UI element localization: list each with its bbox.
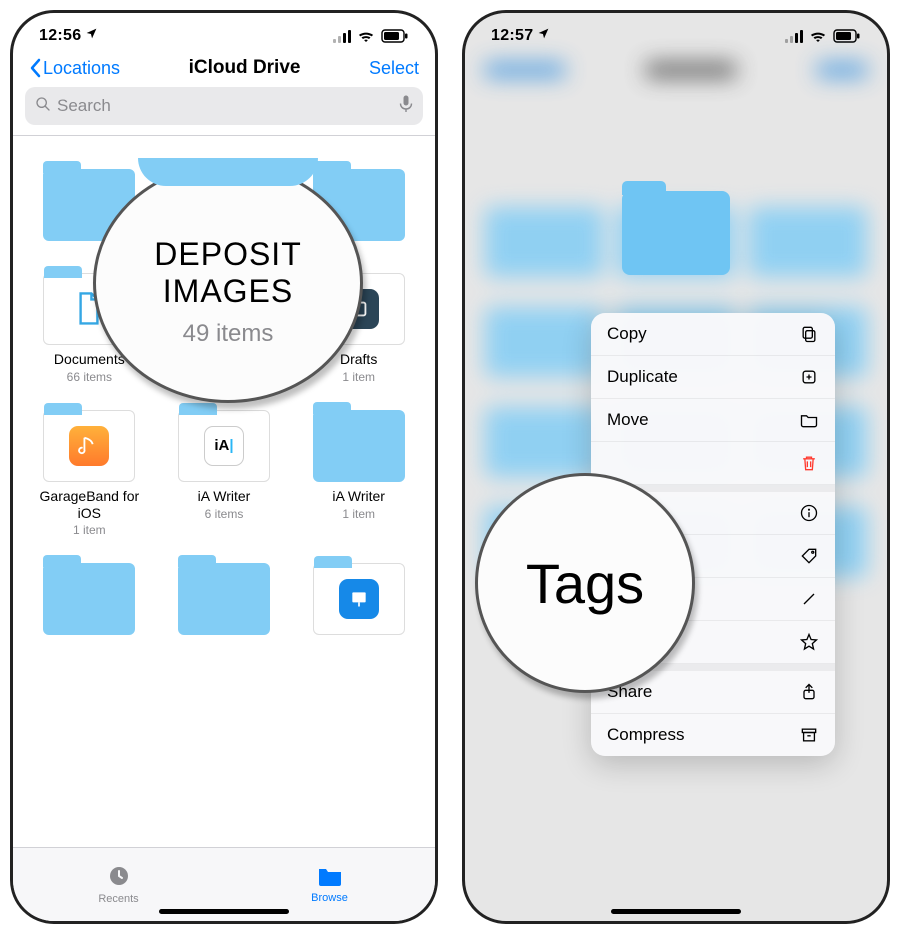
status-bar: 12:56 bbox=[13, 13, 435, 53]
status-time: 12:56 bbox=[39, 27, 81, 45]
folder-name: GarageBand for iOS bbox=[27, 488, 152, 522]
menu-item-delete[interactable] bbox=[591, 442, 835, 485]
wifi-icon bbox=[357, 29, 375, 43]
callout-subtitle: 49 items bbox=[183, 320, 274, 348]
folder-icon: iA| bbox=[178, 410, 270, 482]
select-button[interactable]: Select bbox=[369, 58, 419, 79]
focused-folder-preview[interactable] bbox=[622, 191, 730, 275]
folder-item-count: 6 items bbox=[162, 507, 287, 521]
folder-icon bbox=[317, 865, 343, 890]
status-left: 12:56 bbox=[39, 27, 98, 45]
status-right bbox=[333, 29, 409, 43]
folder-item-count: 1 item bbox=[296, 507, 421, 521]
right-phone-frame: 12:57 Copy bbox=[462, 10, 890, 924]
microphone-icon[interactable] bbox=[399, 95, 413, 118]
share-icon bbox=[799, 682, 819, 702]
folder-item[interactable] bbox=[162, 563, 287, 641]
copy-icon bbox=[799, 324, 819, 344]
battery-icon bbox=[381, 29, 409, 43]
ia-writer-app-icon: iA| bbox=[204, 426, 244, 466]
folder-name: iA Writer bbox=[296, 488, 421, 505]
status-bar: 12:57 bbox=[465, 13, 887, 53]
folder-item-count: 66 items bbox=[27, 370, 152, 384]
folder-item-garageband[interactable]: GarageBand for iOS 1 item bbox=[27, 410, 152, 538]
archive-icon bbox=[799, 725, 819, 745]
pencil-icon bbox=[799, 589, 819, 609]
duplicate-icon bbox=[799, 367, 819, 387]
status-right bbox=[785, 29, 861, 43]
search-placeholder: Search bbox=[57, 96, 111, 116]
tag-icon bbox=[799, 546, 819, 566]
menu-label: Copy bbox=[607, 324, 647, 344]
menu-label: Move bbox=[607, 410, 649, 430]
folder-tab-graphic bbox=[138, 158, 318, 186]
folder-icon bbox=[43, 410, 135, 482]
callout-bubble-tags: Tags bbox=[475, 473, 695, 693]
clock-icon bbox=[107, 864, 131, 891]
folder-item[interactable] bbox=[27, 563, 152, 641]
folder-item-ia-writer[interactable]: iA| iA Writer 6 items bbox=[162, 410, 287, 538]
info-icon bbox=[799, 503, 819, 523]
folder-icon bbox=[313, 410, 405, 482]
cellular-bars-icon bbox=[333, 29, 351, 43]
location-arrow-icon bbox=[537, 27, 550, 45]
menu-item-copy[interactable]: Copy bbox=[591, 313, 835, 356]
menu-item-move[interactable]: Move bbox=[591, 399, 835, 442]
folder-name: iA Writer bbox=[162, 488, 287, 505]
location-arrow-icon bbox=[85, 27, 98, 45]
folder-icon bbox=[799, 410, 819, 430]
callout-bubble-deposit-images: DEPOSITIMAGES 49 items bbox=[93, 163, 363, 403]
folder-icon bbox=[178, 563, 270, 635]
star-icon bbox=[799, 632, 819, 652]
search-input[interactable]: Search bbox=[25, 87, 423, 125]
search-icon bbox=[35, 96, 51, 117]
home-indicator[interactable] bbox=[611, 909, 741, 914]
folder-icon bbox=[313, 563, 405, 635]
menu-item-compress[interactable]: Compress bbox=[591, 714, 835, 756]
garageband-app-icon bbox=[69, 426, 109, 466]
battery-icon bbox=[833, 29, 861, 43]
tab-label: Browse bbox=[311, 892, 348, 904]
menu-label: Compress bbox=[607, 725, 684, 745]
callout-title: DEPOSITIMAGES bbox=[154, 236, 301, 310]
chevron-left-icon bbox=[29, 58, 41, 78]
back-label: Locations bbox=[43, 58, 120, 79]
menu-label: Duplicate bbox=[607, 367, 678, 387]
wifi-icon bbox=[809, 29, 827, 43]
tab-label: Recents bbox=[98, 893, 138, 905]
left-phone-frame: 12:56 Locations iCloud Drive Select Sear… bbox=[10, 10, 438, 924]
folder-icon bbox=[43, 563, 135, 635]
trash-icon bbox=[799, 453, 819, 473]
cellular-bars-icon bbox=[785, 29, 803, 43]
navigation-bar: Locations iCloud Drive Select bbox=[13, 53, 435, 87]
page-title: iCloud Drive bbox=[189, 57, 301, 79]
folder-item-keynote[interactable] bbox=[296, 563, 421, 641]
folder-item-ia-writer-2[interactable]: iA Writer 1 item bbox=[296, 410, 421, 538]
divider bbox=[13, 135, 435, 136]
keynote-app-icon bbox=[339, 579, 379, 619]
folder-item-count: 1 item bbox=[27, 523, 152, 537]
home-indicator[interactable] bbox=[159, 909, 289, 914]
back-button[interactable]: Locations bbox=[29, 58, 120, 79]
status-left: 12:57 bbox=[491, 27, 550, 45]
status-time: 12:57 bbox=[491, 27, 533, 45]
callout-title: Tags bbox=[526, 551, 644, 616]
menu-item-duplicate[interactable]: Duplicate bbox=[591, 356, 835, 399]
